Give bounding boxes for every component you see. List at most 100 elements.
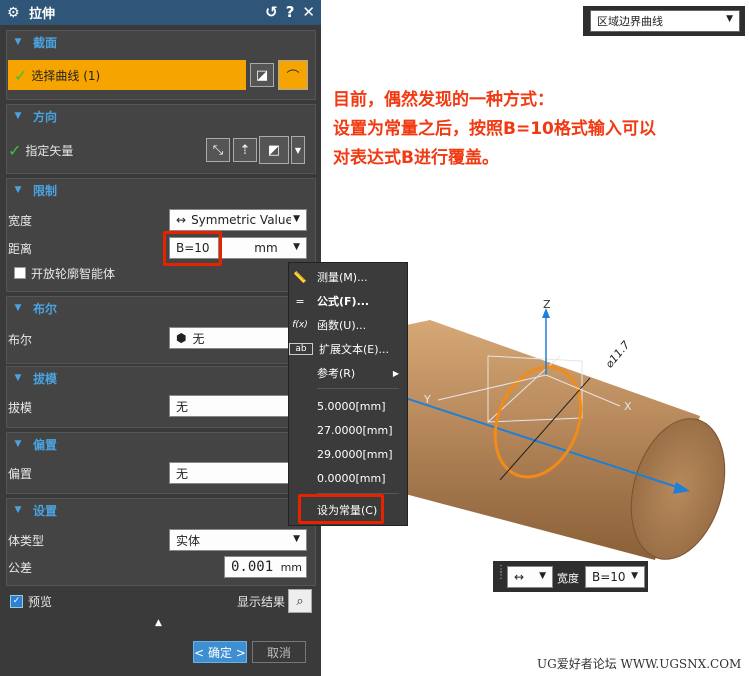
menu-label: 扩展文本(E)... bbox=[319, 343, 390, 356]
submenu-arrow-icon: ▶ bbox=[392, 368, 399, 378]
function-icon: f(x) bbox=[292, 320, 308, 330]
menu-divider bbox=[317, 388, 399, 389]
tolerance-label: 公差 bbox=[8, 560, 33, 575]
mini-width-input[interactable]: B=10 ▼ bbox=[585, 566, 645, 588]
collapse-caret-icon: ▼ bbox=[14, 37, 22, 47]
menu-item-measure[interactable]: 📏 测量(M)... bbox=[289, 266, 407, 288]
magnifier-icon[interactable]: ⌕ bbox=[288, 589, 312, 613]
check-icon: ✓ bbox=[14, 65, 28, 85]
boolean-value: 无 bbox=[192, 331, 205, 346]
menu-label: 公式(F)... bbox=[317, 295, 370, 308]
close-icon[interactable]: ✕ bbox=[302, 3, 315, 21]
boolean-label: 布尔 bbox=[8, 332, 33, 347]
open-profile-row[interactable]: 开放轮廓智能体 bbox=[14, 262, 115, 284]
boolean-dropdown[interactable]: ⬢ 无 bbox=[169, 327, 289, 349]
drag-handle-icon[interactable]: ⋮ ⋮ bbox=[496, 565, 506, 581]
curve-select-icon[interactable]: ⌒ bbox=[278, 60, 308, 90]
tolerance-input[interactable]: 0.001 mm bbox=[224, 556, 307, 578]
direction-header[interactable]: ▼ 方向 bbox=[7, 105, 315, 127]
text-icon: ab bbox=[289, 343, 313, 355]
specify-vector-label: 指定矢量 bbox=[25, 143, 74, 158]
equals-icon: = bbox=[295, 294, 305, 308]
on-screen-input-bar: ⋮ ⋮ ↔ ▼ 宽度 B=10 ▼ bbox=[493, 561, 648, 592]
body-type-dropdown[interactable]: 实体 ▼ bbox=[169, 529, 307, 551]
expand-caret-icon[interactable]: ▲ bbox=[155, 618, 162, 628]
distance-unit: mm bbox=[254, 241, 278, 255]
draft-title: 拔模 bbox=[33, 371, 58, 386]
menu-label: 函数(U)... bbox=[317, 319, 367, 332]
reset-icon[interactable]: ↺ bbox=[265, 3, 278, 21]
offset-header[interactable]: ▼ 偏置 bbox=[7, 433, 315, 455]
limits-title: 限制 bbox=[33, 183, 58, 198]
menu-item-reference[interactable]: 参考(R) ▶ bbox=[289, 362, 407, 384]
ruler-icon: 📏 bbox=[293, 270, 307, 284]
highlight-make-constant-box bbox=[298, 494, 384, 524]
offset-label: 偏置 bbox=[8, 466, 33, 481]
menu-item-formula[interactable]: = 公式(F)... bbox=[289, 290, 407, 312]
preview-checkbox[interactable]: ✓ bbox=[10, 594, 23, 608]
annotation-line-2: 设置为常量之后，按照B=10格式输入可以 bbox=[333, 119, 656, 139]
draft-header[interactable]: ▼ 拔模 bbox=[7, 367, 315, 389]
chevron-down-icon[interactable]: ▼ bbox=[291, 136, 305, 164]
extrude-dialog: ⚙ 拉伸 ↺ ? ✕ ▼ 截面 ✓ 选择曲线 (1) ◪ ⌒ ▼ 方向 ✓ 指定矢量… bbox=[0, 0, 321, 676]
chevron-down-icon: ▼ bbox=[293, 534, 300, 544]
annotation-line-1: 目前，偶然发现的一种方式： bbox=[333, 90, 554, 110]
draft-row: 拔模 bbox=[8, 396, 32, 418]
menu-label: 测量(M)... bbox=[317, 271, 368, 284]
mini-width-value: B=10 bbox=[592, 570, 626, 584]
axis-x-label: X bbox=[624, 400, 632, 413]
settings-header[interactable]: ▼ 设置 bbox=[7, 499, 315, 521]
open-profile-checkbox[interactable] bbox=[14, 267, 26, 279]
settings-title: 设置 bbox=[33, 503, 58, 518]
vector-type-icon[interactable]: ◩ bbox=[259, 136, 289, 164]
body-type-row: 体类型 bbox=[8, 529, 44, 551]
show-result-row: 显示结果 bbox=[237, 590, 285, 612]
width-value: Symmetric Value bbox=[191, 213, 292, 227]
help-icon[interactable]: ? bbox=[286, 3, 295, 21]
menu-item-recent-value[interactable]: 27.0000[mm] bbox=[289, 419, 407, 441]
dialog-title: 拉伸 bbox=[29, 7, 56, 22]
collapse-caret-icon: ▼ bbox=[14, 111, 22, 121]
offset-value: 无 bbox=[176, 466, 189, 481]
tolerance-value: 0.001 bbox=[231, 559, 274, 575]
draft-dropdown[interactable]: 无 bbox=[169, 395, 289, 417]
menu-item-recent-value[interactable]: 0.0000[mm] bbox=[289, 467, 407, 489]
collapse-caret-icon: ▼ bbox=[14, 505, 22, 515]
menu-label: 29.0000[mm] bbox=[317, 447, 393, 461]
draft-label: 拔模 bbox=[8, 400, 33, 415]
boolean-header[interactable]: ▼ 布尔 bbox=[7, 297, 315, 319]
collapse-caret-icon: ▼ bbox=[14, 185, 22, 195]
cancel-button[interactable]: 取消 bbox=[252, 641, 306, 663]
selection-filter-value: 区域边界曲线 bbox=[597, 15, 663, 28]
chevron-down-icon: ▼ bbox=[726, 14, 733, 24]
menu-label: 0.0000[mm] bbox=[317, 471, 386, 485]
offset-dropdown[interactable]: 无 bbox=[169, 462, 289, 484]
show-result-label: 显示结果 bbox=[237, 594, 286, 609]
vector-dialog-icon[interactable]: ⇡ bbox=[233, 138, 257, 162]
menu-label: 27.0000[mm] bbox=[317, 423, 393, 437]
menu-item-extended-text[interactable]: ab 扩展文本(E)... bbox=[289, 338, 407, 360]
preview-row[interactable]: ✓ 预览 bbox=[10, 590, 52, 612]
body-type-label: 体类型 bbox=[8, 533, 45, 548]
distance-unit-dropdown[interactable]: mm ▼ bbox=[219, 237, 307, 259]
chevron-down-icon: ▼ bbox=[539, 571, 546, 581]
selection-filter-dropdown[interactable]: 区域边界曲线 ▼ bbox=[590, 10, 740, 32]
reverse-direction-icon[interactable]: ⤡ bbox=[206, 138, 230, 162]
width-dropdown[interactable]: ↔ Symmetric Value ▼ bbox=[169, 209, 307, 231]
width-row: 宽度 bbox=[8, 209, 32, 231]
section-header[interactable]: ▼ 截面 bbox=[7, 31, 315, 53]
specify-vector-row: ✓ 指定矢量 bbox=[8, 139, 73, 161]
sketch-section-icon[interactable]: ◪ bbox=[250, 63, 274, 87]
collapse-caret-icon: ▼ bbox=[14, 303, 22, 313]
ok-button[interactable]: < 确定 > bbox=[193, 641, 247, 663]
limit-type-dropdown[interactable]: ↔ ▼ bbox=[507, 566, 553, 588]
menu-item-recent-value[interactable]: 29.0000[mm] bbox=[289, 443, 407, 465]
select-curve-row[interactable]: ✓ 选择曲线 (1) bbox=[8, 60, 246, 90]
menu-item-recent-value[interactable]: 5.0000[mm] bbox=[289, 395, 407, 417]
menu-item-function[interactable]: f(x) 函数(U)... bbox=[289, 314, 407, 336]
offset-title: 偏置 bbox=[33, 437, 58, 452]
draft-value: 无 bbox=[176, 399, 189, 414]
boolean-row: 布尔 bbox=[8, 328, 32, 350]
limits-header[interactable]: ▼ 限制 bbox=[7, 179, 315, 201]
dialog-titlebar: ⚙ 拉伸 ↺ ? ✕ bbox=[0, 0, 321, 25]
